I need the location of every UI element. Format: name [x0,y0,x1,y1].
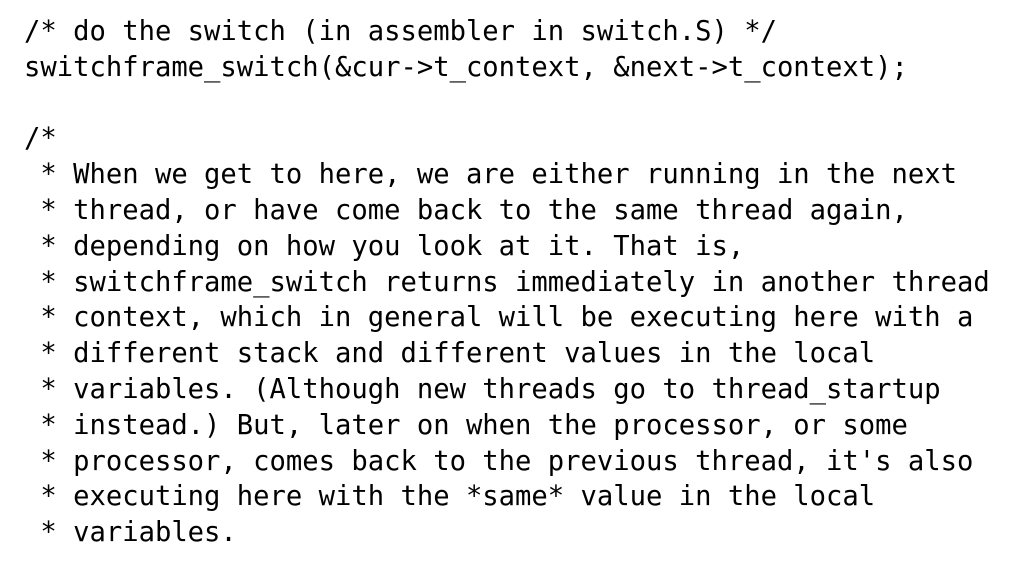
code-line: * variables. (Although new threads go to… [24,373,941,405]
code-line: * thread, or have come back to the same … [24,194,908,226]
code-line: * processor, comes back to the previous … [24,445,974,477]
code-line: /* [24,123,57,155]
code-line: * When we get to here, we are either run… [24,159,957,191]
code-line: switchframe_switch(&cur->t_context, &nex… [24,51,908,83]
code-surface: /* do the switch (in assembler in switch… [0,0,1024,576]
code-line: * executing here with the *same* value i… [24,481,876,513]
code-line: * context, which in general will be exec… [24,302,974,334]
code-line: * switchframe_switch returns immediately… [24,266,990,298]
code-line: * different stack and different values i… [24,338,876,370]
code-line: * variables. [24,517,237,549]
code-line: /* do the switch (in assembler in switch… [24,16,777,47]
code-text-block[interactable]: /* do the switch (in assembler in switch… [24,14,1024,551]
code-line: * depending on how you look at it. That … [24,230,745,262]
code-line: * instead.) But, later on when the proce… [24,409,908,441]
